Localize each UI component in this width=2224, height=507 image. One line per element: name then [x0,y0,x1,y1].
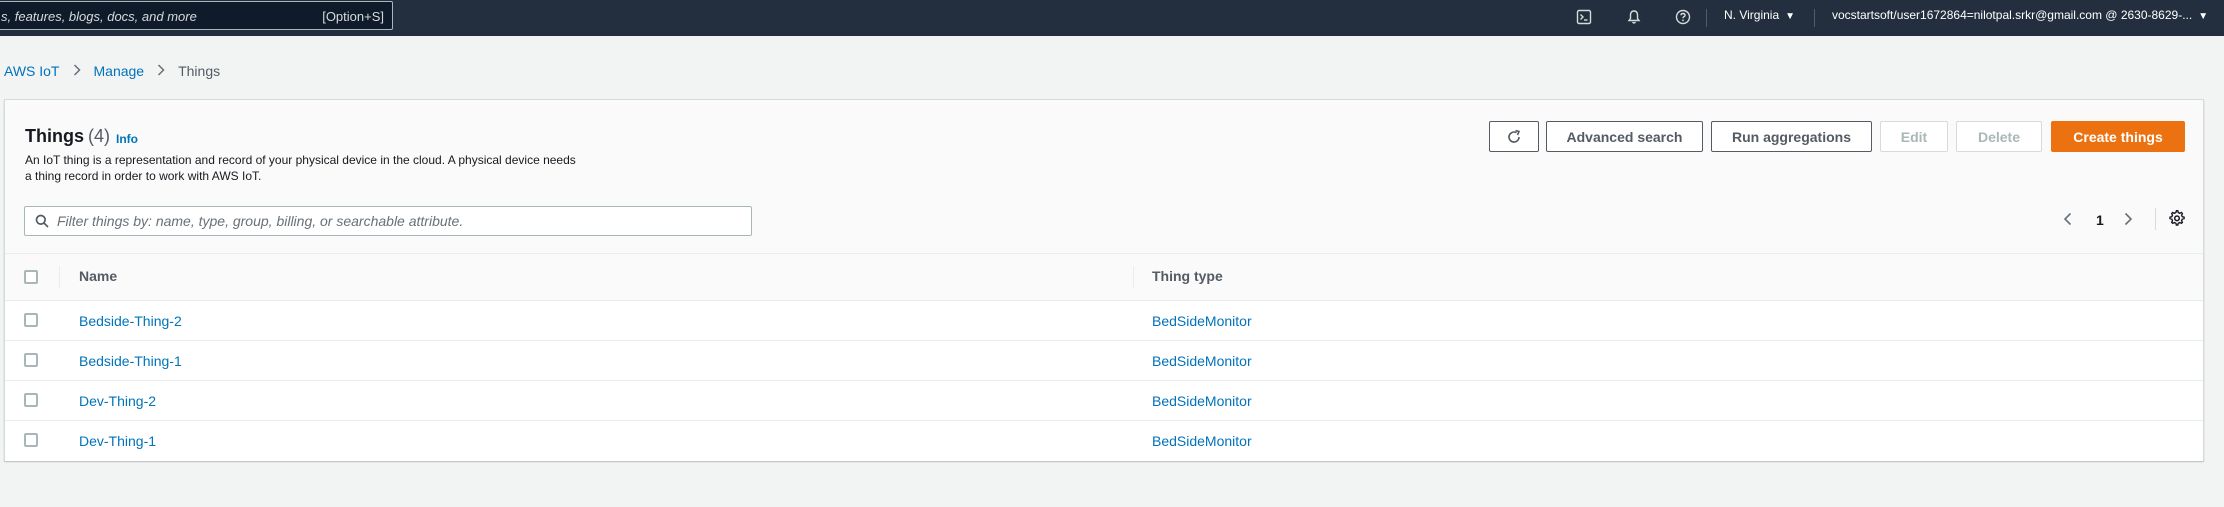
nav-divider [1706,9,1707,27]
gear-icon[interactable] [2169,209,2185,231]
column-divider[interactable] [1133,266,1134,288]
caret-down-icon: ▼ [2198,11,2209,22]
advanced-search-button[interactable]: Advanced search [1546,121,1703,152]
account-menu[interactable]: vocstartsoft/user1672864=nilotpal.srkr@g… [1832,8,2208,22]
top-navigation-bar: s, features, blogs, docs, and more [Opti… [0,0,2224,36]
run-aggregations-button[interactable]: Run aggregations [1711,121,1872,152]
select-all-checkbox[interactable] [24,270,38,284]
help-icon[interactable] [1672,6,1694,28]
row-checkbox[interactable] [24,433,38,447]
breadcrumb-link-aws-iot[interactable]: AWS IoT [4,63,60,79]
next-page-icon[interactable] [2122,212,2134,231]
table-row: Bedside-Thing-1 BedSideMonitor [5,341,2203,381]
info-link[interactable]: Info [116,132,138,146]
table-row: Dev-Thing-1 BedSideMonitor [5,421,2203,461]
table-row: Dev-Thing-2 BedSideMonitor [5,381,2203,421]
bell-icon[interactable] [1623,6,1645,28]
search-icon [35,214,49,233]
caret-down-icon: ▼ [1785,11,1796,22]
row-checkbox[interactable] [24,393,38,407]
row-checkbox[interactable] [24,313,38,327]
delete-button[interactable]: Delete [1956,121,2042,152]
table-header: Name Thing type [5,253,2203,301]
nav-divider [1814,9,1815,27]
breadcrumb: AWS IoT Manage Things [4,63,220,79]
region-selector[interactable]: N. Virginia ▼ [1724,8,1795,22]
filter-things-input[interactable] [57,211,737,231]
search-shortcut-hint: [Option+S] [322,9,384,24]
refresh-button[interactable] [1489,121,1539,152]
thing-name-link[interactable]: Bedside-Thing-2 [79,313,182,329]
region-label: N. Virginia [1724,8,1780,22]
edit-button[interactable]: Edit [1880,121,1948,152]
search-placeholder-text: s, features, blogs, docs, and more [1,9,197,24]
column-divider [59,266,60,288]
row-checkbox[interactable] [24,353,38,367]
breadcrumb-current-things: Things [178,63,221,79]
thing-type-link[interactable]: BedSideMonitor [1152,393,1252,409]
global-search-box[interactable]: s, features, blogs, docs, and more [Opti… [0,1,393,30]
cloudshell-icon[interactable] [1573,6,1595,28]
current-page-number[interactable]: 1 [2096,212,2104,228]
refresh-icon [1506,129,1522,145]
filter-things-field[interactable] [24,206,752,236]
thing-name-link[interactable]: Bedside-Thing-1 [79,353,182,369]
thing-name-link[interactable]: Dev-Thing-1 [79,433,156,449]
page-title-text: Things [25,126,84,146]
previous-page-icon[interactable] [2062,212,2074,231]
things-table: Name Thing type Bedside-Thing-2 BedSideM… [5,253,2203,461]
thing-type-link[interactable]: BedSideMonitor [1152,313,1252,329]
pagination-divider [2155,208,2156,230]
thing-name-link[interactable]: Dev-Thing-2 [79,393,156,409]
chevron-right-icon [72,63,82,79]
table-row: Bedside-Thing-2 BedSideMonitor [5,301,2203,341]
things-count: (4) [88,126,110,146]
account-label: vocstartsoft/user1672864=nilotpal.srkr@g… [1832,8,2193,22]
things-table-container: Things (4) Info An IoT thing is a represe… [4,99,2204,461]
column-header-name[interactable]: Name [79,268,117,284]
breadcrumb-link-manage[interactable]: Manage [94,63,145,79]
page-description: An IoT thing is a representation and rec… [25,153,576,183]
thing-type-link[interactable]: BedSideMonitor [1152,353,1252,369]
thing-type-link[interactable]: BedSideMonitor [1152,433,1252,449]
create-things-button[interactable]: Create things [2051,121,2185,152]
column-header-thing-type[interactable]: Thing type [1152,268,1223,284]
chevron-right-icon [156,63,166,79]
page-title: Things (4) [25,126,110,147]
